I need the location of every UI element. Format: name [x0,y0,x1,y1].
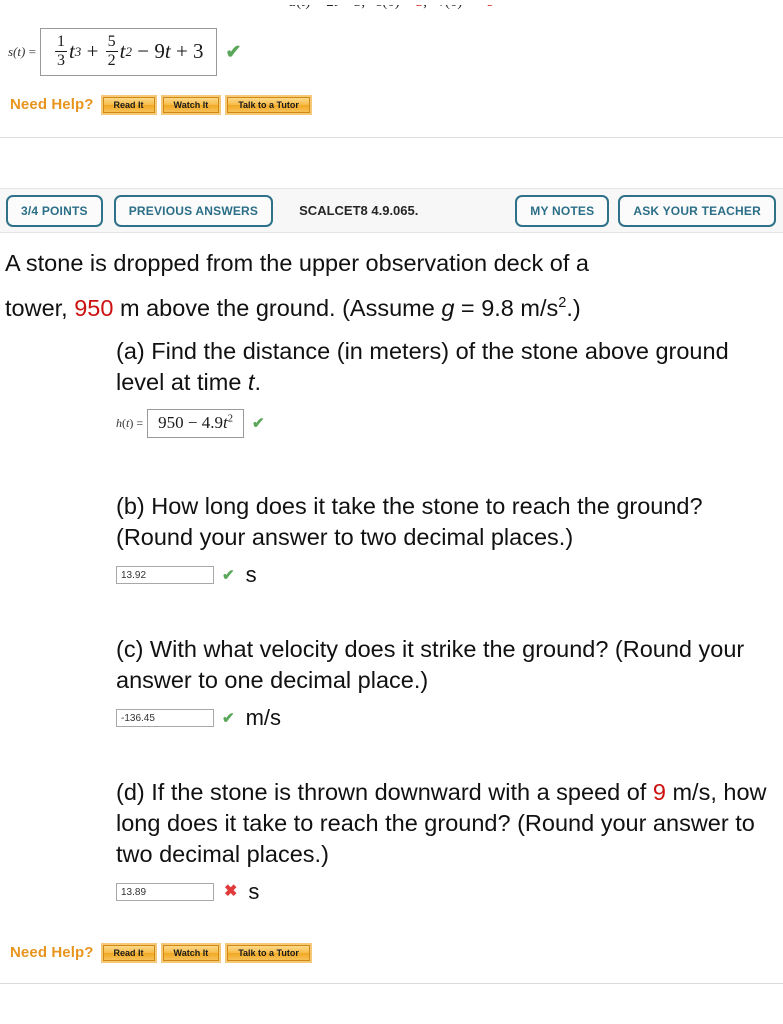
term-variable: t [119,39,126,63]
need-help-row-top: Need Help? Read It Watch It Talk to a Tu… [10,94,318,115]
question-line-2-prefix: tower, [5,294,75,321]
need-help-row-bottom: Need Help? Read It Watch It Talk to a Tu… [10,942,318,963]
question-part-a: (a) Find the distance (in meters) of the… [116,336,783,439]
part-d-prompt-prefix: (d) If the stone is thrown downward with… [116,779,653,805]
section-divider-top [0,137,783,138]
section-divider-bottom [0,983,783,984]
need-help-label: Need Help? [10,96,94,113]
part-a-expression-main: 950 − 4.9 [158,413,223,433]
part-d-prompt: (d) If the stone is thrown downward with… [116,777,783,870]
gravity-symbol: g [441,294,455,321]
part-d-speed-value: 9 [652,779,666,805]
answer-label-s-of-t: s(t) = [8,44,36,59]
part-a-prompt-suffix: . [254,369,261,396]
my-notes-button[interactable]: MY NOTES [515,194,610,227]
question-part-b: (b) How long does it take the stone to r… [116,491,783,588]
read-it-button[interactable]: Read It [100,94,157,115]
part-b-answer-row: 13.92 ✔ s [116,562,783,588]
question-part-c: (c) With what velocity does it strike th… [116,634,783,731]
question-stem: A stone is dropped from the upper observ… [5,241,783,330]
header-left-group: 3/4 POINTS PREVIOUS ANSWERS SCALCET8 4.9… [6,194,419,227]
tower-height-value: 950 [74,294,114,321]
problem-header-bar: 3/4 POINTS PREVIOUS ANSWERS SCALCET8 4.9… [0,188,783,233]
fraction-denominator: 3 [54,51,67,69]
question-line-2-middle: m above the ground. (Assume [113,294,442,321]
question-part-d: (d) If the stone is thrown downward with… [116,777,783,905]
fraction-numerator: 1 [56,33,65,50]
part-a-prompt-prefix: (a) Find the distance (in meters) of the… [116,338,729,396]
part-a-answer-label: h(t) = [116,416,144,431]
part-c-answer-row: -136.45 ✔ m/s [116,705,783,731]
red-x-icon: ✖ [224,883,238,901]
green-check-icon: ✔ [222,709,235,727]
header-right-group: MY NOTES ASK YOUR TEACHER [515,194,776,227]
watch-it-button[interactable]: Watch It [160,942,222,963]
part-a-prompt: (a) Find the distance (in meters) of the… [116,336,783,398]
talk-to-a-tutor-button[interactable]: Talk to a Tutor [225,94,312,115]
question-line-2-end: .) [566,294,581,321]
part-b-prompt: (b) How long does it take the stone to r… [116,493,703,551]
part-a-answer-expression: 950 − 4.9t2 [158,413,233,433]
watch-it-button[interactable]: Watch It [160,94,222,115]
green-check-icon: ✔ [251,415,265,433]
previous-problem-answer-expression: 13t3 + 52t2 − 9t + 3 [54,33,204,69]
ask-your-teacher-button[interactable]: ASK YOUR TEACHER [618,194,776,227]
fraction-denominator: 2 [105,51,118,69]
fraction-numerator: 5 [107,33,116,50]
plus-operator: + [86,39,99,63]
part-c-prompt: (c) With what velocity does it strike th… [116,636,745,694]
part-a-answer-row: h(t) = 950 − 4.9t2 ✔ [116,409,783,439]
previous-problem-answer-box[interactable]: 13t3 + 52t2 − 9t + 3 [39,28,217,76]
points-badge[interactable]: 3/4 POINTS [6,194,103,227]
part-b-unit-label: s [245,562,257,588]
talk-to-a-tutor-button[interactable]: Talk to a Tutor [225,942,312,963]
part-c-unit-label: m/s [245,705,282,731]
viewport-top-mask [0,0,783,5]
remaining-terms: − 9t + 3 [137,39,204,63]
assignment-page: a(t) = 2t + 3, s(0) = 3, v(0) = −9 s(t) … [0,0,783,1024]
part-a-expression-exponent: 2 [227,413,233,425]
part-b-answer-input[interactable]: 13.92 [116,566,214,585]
term-variable: t [68,39,75,63]
previous-problem-answer-row: s(t) = 13t3 + 52t2 − 9t + 3 ✔ [8,28,241,76]
need-help-label: Need Help? [10,944,94,961]
previous-answers-button[interactable]: PREVIOUS ANSWERS [113,194,274,227]
part-d-unit-label: s [248,879,260,905]
question-line-1: A stone is dropped from the upper observ… [5,250,589,276]
question-line-2-equation: = 9.8 m/s [454,294,559,321]
part-d-answer-input[interactable]: 13.89 [116,883,214,902]
problem-code-label: SCALCET8 4.9.065. [299,203,419,218]
fraction-one-third: 13 [54,33,67,69]
part-a-answer-box[interactable]: 950 − 4.9t2 [147,409,244,439]
read-it-button[interactable]: Read It [100,942,157,963]
green-check-icon: ✔ [225,41,242,63]
part-c-answer-input[interactable]: -136.45 [116,709,214,728]
fraction-five-halves: 52 [105,33,118,69]
part-d-answer-row: 13.89 ✖ s [116,879,783,905]
green-check-icon: ✔ [222,566,235,584]
